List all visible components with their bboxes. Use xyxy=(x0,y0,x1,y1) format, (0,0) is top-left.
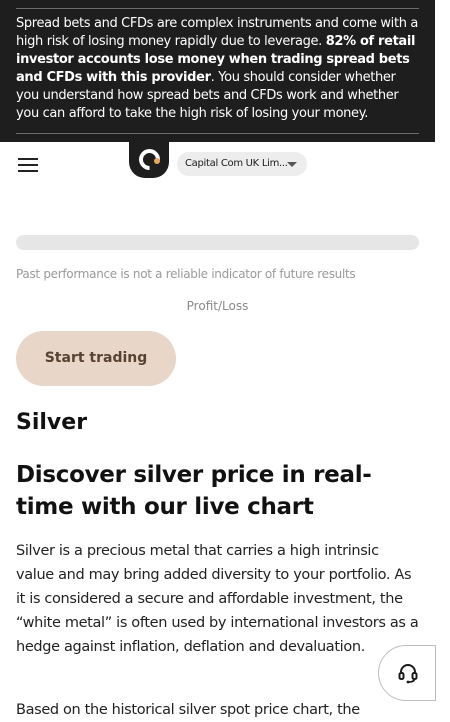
entity-selector-dropdown[interactable]: Capital Com UK Lim... xyxy=(177,152,307,176)
section-heading: Discover silver price in real-time with … xyxy=(16,462,372,520)
chevron-down-icon xyxy=(287,162,297,167)
body-paragraph: Silver is a precious metal that carries … xyxy=(16,543,419,655)
risk-warning-text: Spread bets and CFDs are complex instrum… xyxy=(16,16,418,121)
banner-divider-bottom xyxy=(16,133,419,134)
capital-com-logo[interactable] xyxy=(129,142,169,178)
profit-loss-label: Profit/Loss xyxy=(186,299,249,313)
risk-warning-banner: Spread bets and CFDs are complex instrum… xyxy=(0,0,435,142)
banner-divider-top xyxy=(16,8,419,9)
body-paragraph-2: Based on the historical silver spot pric… xyxy=(16,702,360,718)
entity-selector-label: Capital Com UK Lim... xyxy=(185,158,288,169)
chart-loading-bar xyxy=(16,235,419,250)
page-title: Silver xyxy=(16,410,88,435)
hamburger-menu-icon[interactable] xyxy=(18,158,38,172)
start-trading-button[interactable]: Start trading xyxy=(16,331,176,386)
past-performance-disclaimer: Past performance is not a reliable indic… xyxy=(16,267,356,281)
support-chat-button[interactable] xyxy=(378,645,436,701)
headset-support-icon xyxy=(398,664,418,684)
